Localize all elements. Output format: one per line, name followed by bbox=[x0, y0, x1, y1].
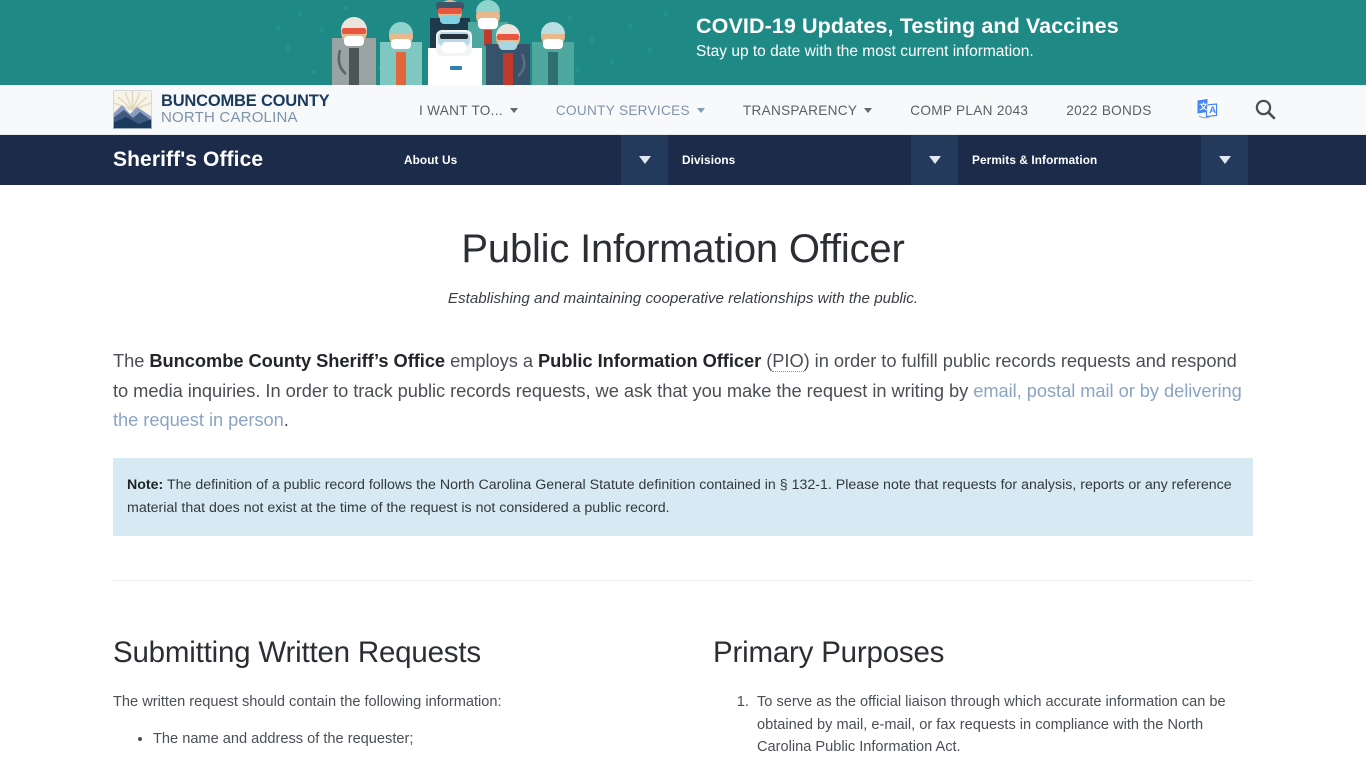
primary-purposes-list: To serve as the official liaison through… bbox=[713, 691, 1253, 768]
covid-banner-text: COVID-19 Updates, Testing and Vaccines S… bbox=[696, 13, 1119, 62]
note-label: Note: bbox=[127, 477, 164, 494]
nav-item-comp-plan-2043[interactable]: COMP PLAN 2043 bbox=[891, 103, 1047, 118]
nav-label-county-services: COUNTY SERVICES bbox=[555, 102, 690, 118]
nav-item-county-services[interactable]: COUNTY SERVICES bbox=[537, 103, 724, 118]
permits-information-dropdown-toggle[interactable] bbox=[1201, 135, 1248, 185]
subnav-group-about-us: About Us bbox=[390, 135, 668, 185]
chevron-down-icon bbox=[1218, 156, 1231, 164]
lede-strong-pio-title: Public Information Officer bbox=[538, 350, 762, 372]
header-tools: A 文 bbox=[1196, 85, 1276, 135]
department-title[interactable]: Sheriff's Office bbox=[113, 135, 263, 185]
lede-text-2: employs a bbox=[445, 350, 538, 372]
nav-label-transparency: TRANSPARENCY bbox=[742, 102, 858, 118]
section-divider bbox=[113, 580, 1253, 582]
list-item: The name and address of the requester; bbox=[153, 728, 683, 751]
mountain-sunrise-logo-icon bbox=[113, 90, 152, 129]
note-text: The definition of a public record follow… bbox=[127, 477, 1232, 516]
public-record-note: Note: The definition of a public record … bbox=[113, 458, 1253, 537]
list-item: To serve as the official liaison through… bbox=[753, 691, 1253, 759]
covid-banner-subtitle: Stay up to date with the most current in… bbox=[696, 42, 1034, 60]
site-logo[interactable]: BUNCOMBE COUNTY NORTH CAROLINA bbox=[113, 90, 330, 129]
translate-button[interactable]: A 文 bbox=[1196, 98, 1218, 123]
logo-line-state: NORTH CAROLINA bbox=[161, 109, 298, 127]
department-subnav: Sheriff's Office About Us Divisions Perm… bbox=[0, 135, 1366, 185]
subnav-group-permits-information: Permits & Information bbox=[958, 135, 1248, 185]
department-subnav-groups: About Us Divisions Permits & Information bbox=[390, 135, 1248, 185]
healthcare-workers-illustration bbox=[270, 0, 670, 85]
lede-strong-sheriffs-office: Buncombe County Sheriff’s Office bbox=[149, 350, 446, 372]
page-subtitle: Establishing and maintaining cooperative… bbox=[447, 290, 919, 307]
two-column-section: Submitting Written Requests The written … bbox=[113, 636, 1253, 768]
pio-abbreviation[interactable]: PIO bbox=[772, 350, 804, 373]
submitting-requirements-list: The name and address of the requester; T… bbox=[113, 728, 683, 768]
primary-navigation: I WANT TO... COUNTY SERVICES TRANSPARENC… bbox=[400, 85, 1171, 135]
chevron-down-icon bbox=[509, 107, 518, 113]
translate-icon: A 文 bbox=[1196, 98, 1218, 123]
chevron-down-icon bbox=[638, 156, 651, 164]
page-title: Public Information Officer bbox=[461, 227, 905, 271]
lede-text-5: . bbox=[283, 409, 289, 431]
heading-submitting-written-requests: Submitting Written Requests bbox=[113, 636, 481, 670]
search-icon bbox=[1254, 98, 1276, 123]
nav-label-i-want-to: I WANT TO... bbox=[419, 102, 503, 118]
covid-banner[interactable]: COVID-19 Updates, Testing and Vaccines S… bbox=[0, 0, 1366, 85]
subnav-group-divisions: Divisions bbox=[668, 135, 958, 185]
nav-label-comp-plan-2043: COMP PLAN 2043 bbox=[910, 102, 1029, 118]
nav-item-2022-bonds[interactable]: 2022 BONDS bbox=[1047, 103, 1170, 118]
chevron-down-icon bbox=[864, 107, 873, 113]
heading-primary-purposes: Primary Purposes bbox=[713, 636, 945, 670]
subnav-item-permits-information[interactable]: Permits & Information bbox=[958, 135, 1201, 185]
covid-banner-title: COVID-19 Updates, Testing and Vaccines bbox=[696, 14, 1119, 38]
lede-text-1: The bbox=[113, 350, 150, 372]
svg-text:文: 文 bbox=[1199, 101, 1208, 111]
column-primary-purposes: Primary Purposes To serve as the officia… bbox=[683, 636, 1253, 768]
about-us-dropdown-toggle[interactable] bbox=[621, 135, 668, 185]
column-submitting-written-requests: Submitting Written Requests The written … bbox=[113, 636, 683, 768]
site-header: BUNCOMBE COUNTY NORTH CAROLINA I WANT TO… bbox=[0, 85, 1366, 135]
chevron-down-icon bbox=[696, 107, 705, 113]
svg-text:A: A bbox=[1209, 105, 1216, 116]
nav-label-2022-bonds: 2022 BONDS bbox=[1066, 102, 1152, 118]
subnav-item-divisions[interactable]: Divisions bbox=[668, 135, 911, 185]
page-content: Public Information Officer Establishing … bbox=[0, 185, 1366, 768]
intro-paragraph: The Buncombe County Sheriff’s Office emp… bbox=[113, 346, 1253, 435]
search-button[interactable] bbox=[1254, 98, 1276, 123]
divisions-dropdown-toggle[interactable] bbox=[911, 135, 958, 185]
nav-item-i-want-to[interactable]: I WANT TO... bbox=[400, 103, 537, 118]
subnav-item-about-us[interactable]: About Us bbox=[390, 135, 621, 185]
submitting-intro-text: The written request should contain the f… bbox=[113, 693, 502, 710]
nav-item-transparency[interactable]: TRANSPARENCY bbox=[724, 103, 891, 118]
logo-line-county: BUNCOMBE COUNTY bbox=[161, 92, 330, 111]
lede-text-3: ( bbox=[761, 350, 773, 372]
chevron-down-icon bbox=[928, 156, 941, 164]
